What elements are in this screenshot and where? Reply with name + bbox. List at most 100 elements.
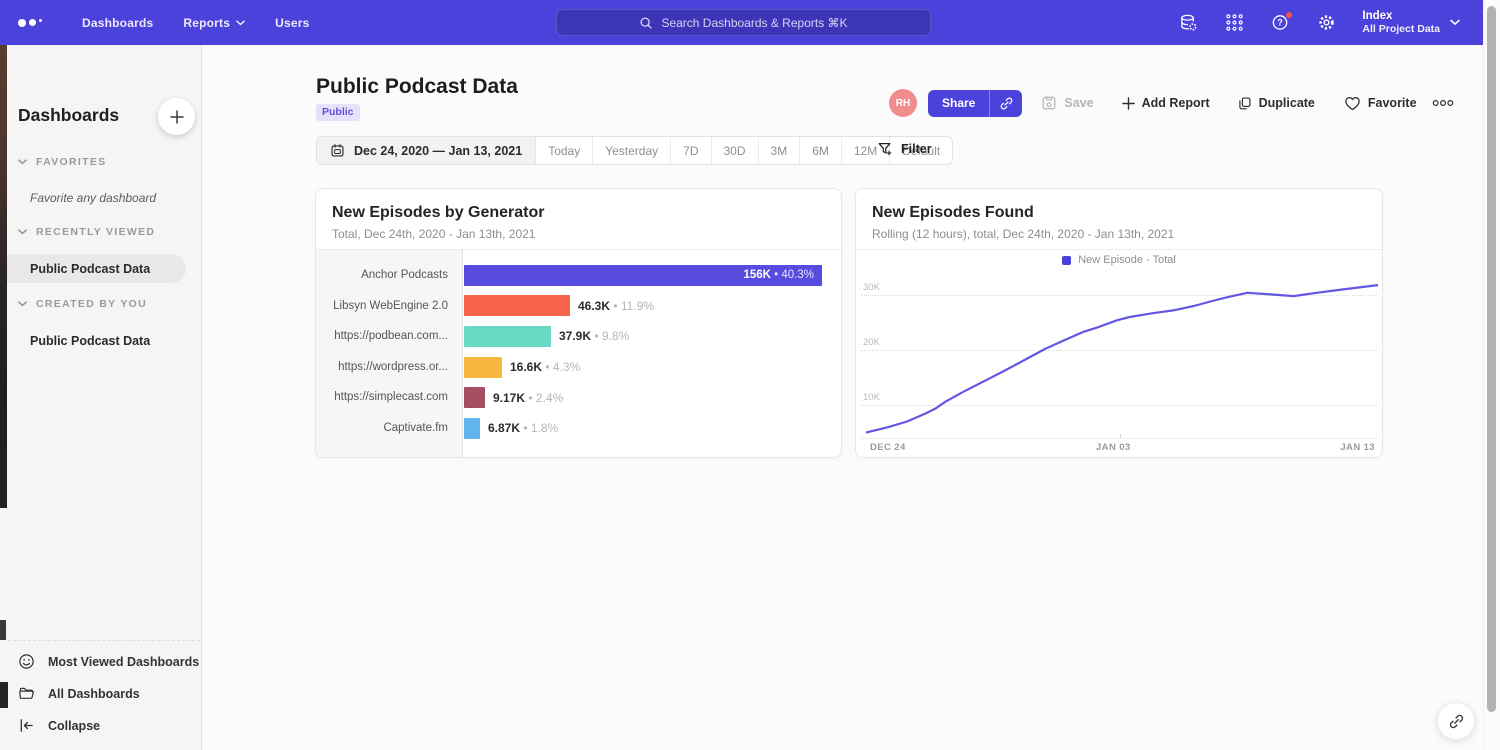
line-chart-card: New Episodes Found Rolling (12 hours), t… <box>855 188 1383 458</box>
action-bar: RH Share Save Add Report Duplicate Favor… <box>889 89 1454 117</box>
x-axis-tick <box>1120 434 1121 438</box>
scrollbar-thumb[interactable] <box>1487 6 1496 712</box>
sidebar: Dashboards FAVORITES Favorite any dashbo… <box>0 45 202 750</box>
settings-icon[interactable] <box>1316 13 1336 33</box>
date-preset-3m[interactable]: 3M <box>759 137 801 164</box>
chevron-down-icon <box>236 20 245 26</box>
heart-icon <box>1344 96 1361 111</box>
project-name: Index <box>1362 10 1440 23</box>
favorite-button[interactable]: Favorite <box>1344 96 1417 111</box>
bar-1[interactable]: 156K • 40.3% <box>464 265 822 286</box>
grid-dots <box>1225 13 1244 32</box>
filter-icon <box>877 141 893 157</box>
footer-label: All Dashboards <box>48 687 140 701</box>
section-label: FAVORITES <box>36 156 106 168</box>
search-input[interactable]: Search Dashboards & Reports ⌘K <box>556 9 931 36</box>
chevron-down-icon <box>18 229 27 235</box>
most-viewed-dashboards-button[interactable]: Most Viewed Dashboards <box>18 653 199 670</box>
add-dashboard-button[interactable] <box>158 98 195 135</box>
save-button[interactable]: Save <box>1041 95 1093 111</box>
scrollbar-track <box>1483 0 1500 750</box>
project-selector[interactable]: Index All Project Data <box>1362 10 1460 36</box>
legend-label: New Episode - Total <box>1078 254 1176 266</box>
avatar[interactable]: RH <box>889 89 917 117</box>
x-axis-line <box>861 438 1377 439</box>
date-range-button[interactable]: Dec 24, 2020 — Jan 13, 2021 <box>317 137 536 164</box>
collapse-icon <box>18 717 35 734</box>
help-icon[interactable]: ? <box>1270 13 1290 33</box>
add-report-button[interactable]: Add Report <box>1122 96 1210 110</box>
bar-2[interactable] <box>464 295 570 316</box>
line-series <box>866 285 1378 432</box>
footer-label: Most Viewed Dashboards <box>48 655 199 669</box>
sidebar-title: Dashboards <box>18 105 119 126</box>
duplicate-icon <box>1237 96 1252 111</box>
bar-3[interactable] <box>464 326 551 347</box>
bar-row: 156K • 40.3% <box>464 260 841 291</box>
chart-legend: New Episode - Total <box>856 254 1382 266</box>
bar-row: 9.17K • 2.4% <box>464 382 841 413</box>
nav-label: Dashboards <box>82 16 153 30</box>
bar-chart-subtitle: Total, Dec 24th, 2020 - Jan 13th, 2021 <box>332 227 535 241</box>
search-icon <box>639 16 653 30</box>
sidebar-item-public-podcast-data-recent[interactable]: Public Podcast Data <box>30 262 150 276</box>
nav-item-users[interactable]: Users <box>275 16 309 30</box>
apps-grid-icon[interactable] <box>1224 13 1244 33</box>
duplicate-label: Duplicate <box>1259 96 1315 110</box>
duplicate-button[interactable]: Duplicate <box>1237 96 1315 111</box>
bar-4[interactable] <box>464 357 502 378</box>
plus-icon <box>1122 97 1135 110</box>
background-window-strip <box>0 45 7 508</box>
folder-icon <box>18 685 35 702</box>
section-created-by-you[interactable]: CREATED BY YOU <box>18 298 147 310</box>
bar-category-label: https://podbean.com... <box>316 321 462 352</box>
date-preset-yesterday[interactable]: Yesterday <box>593 137 671 164</box>
section-favorites[interactable]: FAVORITES <box>18 156 106 168</box>
bar-value-label: 37.9K • 9.8% <box>559 329 629 343</box>
more-options-button[interactable] <box>1432 99 1454 107</box>
date-range-control: Dec 24, 2020 — Jan 13, 2021 TodayYesterd… <box>316 136 953 165</box>
favorite-label: Favorite <box>1368 96 1417 110</box>
bar-value-label: 6.87K • 1.8% <box>488 421 558 435</box>
share-button[interactable]: Share <box>928 90 989 117</box>
link-icon <box>999 96 1014 111</box>
collapse-sidebar-button[interactable]: Collapse <box>18 717 100 734</box>
legend-swatch <box>1062 256 1071 265</box>
nav-item-reports[interactable]: Reports <box>183 16 245 30</box>
date-preset-6m[interactable]: 6M <box>800 137 842 164</box>
section-recently-viewed[interactable]: RECENTLY VIEWED <box>18 226 155 238</box>
link-icon <box>1448 713 1465 730</box>
bar-category-label: Libsyn WebEngine 2.0 <box>316 291 462 322</box>
copy-link-floating-button[interactable] <box>1437 702 1475 740</box>
share-link-button[interactable] <box>989 90 1022 117</box>
bar-category-label: https://simplecast.com <box>316 382 462 413</box>
date-preset-7d[interactable]: 7D <box>671 137 711 164</box>
background-window-strip <box>0 682 8 708</box>
nav-label: Users <box>275 16 309 30</box>
bar-chart-title: New Episodes by Generator <box>332 204 545 222</box>
logo-icon[interactable] <box>18 19 52 27</box>
sidebar-item-public-podcast-data-created[interactable]: Public Podcast Data <box>30 334 150 348</box>
nav-item-dashboards[interactable]: Dashboards <box>82 16 153 30</box>
bar-chart-bars: 156K • 40.3%46.3K • 11.9%37.9K • 9.8%16.… <box>464 250 841 457</box>
bar-6[interactable] <box>464 418 480 439</box>
bar-value-label: 46.3K • 11.9% <box>578 299 654 313</box>
data-icon[interactable] <box>1178 13 1198 33</box>
bar-5[interactable] <box>464 387 485 408</box>
date-preset-today[interactable]: Today <box>536 137 593 164</box>
x-tick-jan13: JAN 13 <box>1340 442 1375 453</box>
filter-button[interactable]: Filter <box>877 141 932 157</box>
x-tick-dec24: DEC 24 <box>870 442 906 453</box>
nav-label: Reports <box>183 16 230 30</box>
date-preset-30d[interactable]: 30D <box>712 137 759 164</box>
app-root: Dashboards Reports Users Search Dashboar… <box>0 0 1500 750</box>
bar-category-label: https://wordpress.or... <box>316 352 462 383</box>
section-label: CREATED BY YOU <box>36 298 147 310</box>
background-window-strip <box>0 620 6 640</box>
all-dashboards-button[interactable]: All Dashboards <box>18 685 140 702</box>
project-subtitle: All Project Data <box>1362 23 1440 36</box>
share-split-button: Share <box>928 90 1022 117</box>
bar-value-label: 156K • 40.3% <box>743 265 814 286</box>
bar-value-label: 9.17K • 2.4% <box>493 391 563 405</box>
chevron-down-icon <box>18 159 27 165</box>
